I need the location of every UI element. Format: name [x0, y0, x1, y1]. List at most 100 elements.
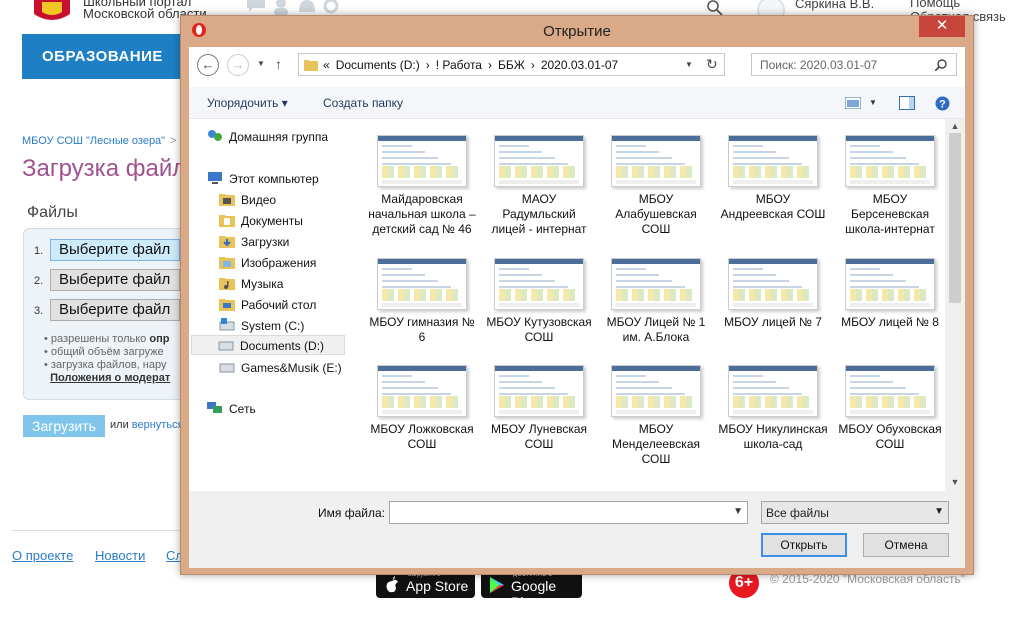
file-item[interactable]: МАОУ Радумльский лицей - интернат	[484, 135, 594, 265]
address-path: «Documents (D:) ›! Работа › ББЖ › 2020.03.01-…	[323, 58, 619, 72]
open-button[interactable]: Открыть	[761, 533, 847, 557]
files-box: 1. Выберите файл 2. Выберите файл 3. Выб…	[23, 228, 193, 400]
dialog-body: ← → ▼ ↑ «Documents (D:) ›! Работа › ББЖ › 202…	[189, 47, 965, 568]
organize-button[interactable]: Упорядочить ▾	[207, 96, 288, 110]
forward-button[interactable]: →	[227, 54, 249, 76]
chevron-down-icon[interactable]: ▼	[733, 506, 743, 517]
back-button[interactable]: ←	[197, 54, 219, 76]
file-thumbnail	[377, 258, 467, 310]
file-item[interactable]: МБОУ Менделеевская СОШ	[601, 365, 711, 491]
filename-label: Имя файла:	[318, 506, 385, 520]
file-item[interactable]: МБОУ Ложковская СОШ	[367, 365, 477, 491]
footer-news-link[interactable]: Новости	[95, 548, 145, 563]
search-icon[interactable]	[707, 0, 723, 16]
bell-icon[interactable]	[299, 0, 315, 12]
go-back-link[interactable]: вернуться	[132, 419, 184, 431]
nav-education[interactable]: ОБРАЗОВАНИЕ	[22, 34, 192, 79]
close-button[interactable]: ✕	[919, 16, 965, 37]
file-name: МБОУ Андреевская СОШ	[720, 192, 826, 221]
view-options-icon[interactable]	[845, 97, 861, 109]
google-play-button[interactable]: ДОСТУПНО В Google Play	[481, 571, 582, 610]
up-button[interactable]: ↑	[275, 56, 282, 72]
chat-icon[interactable]	[247, 0, 265, 12]
drive-icon	[219, 363, 235, 373]
svg-text:?: ?	[939, 99, 946, 111]
choose-file-button-2[interactable]: Выберите файл	[50, 269, 180, 291]
moscow-region-logo	[34, 0, 70, 20]
user-icon[interactable]	[274, 0, 288, 16]
pictures-folder-icon	[219, 257, 235, 269]
file-name: МБОУ Никулинская школа-сад	[718, 422, 828, 451]
preview-pane-icon[interactable]	[899, 96, 915, 110]
search-input[interactable]: Поиск: 2020.03.01-07	[751, 53, 957, 76]
moderation-rules-link[interactable]: Положения о модерат	[50, 372, 170, 384]
user-name[interactable]: Сяркина В.В.	[795, 0, 874, 11]
refresh-button[interactable]: ↻	[706, 56, 718, 73]
file-item[interactable]: МБОУ Луневская СОШ	[484, 365, 594, 491]
file-thumbnail	[845, 258, 935, 310]
file-name: МБОУ Луневская СОШ	[491, 422, 587, 451]
google-play-icon	[490, 577, 504, 593]
help-icon[interactable]: ?	[935, 96, 950, 111]
file-item[interactable]: МБОУ Алабушевская СОШ	[601, 135, 711, 265]
scrollbar-thumb[interactable]	[949, 133, 961, 303]
file-thumbnail	[494, 258, 584, 310]
path-segment-current[interactable]: 2020.03.01-07	[541, 58, 618, 72]
file-name: МАОУ Радумльский лицей - интернат	[491, 192, 587, 236]
address-dropdown[interactable]: ▼	[685, 60, 693, 69]
refresh-icon[interactable]	[323, 0, 339, 14]
upload-alternative: или вернуться	[110, 419, 184, 431]
documents-folder-icon	[219, 215, 235, 227]
arrow-up-icon: ↑	[275, 56, 282, 72]
file-list-scrollbar[interactable]: ▲ ▼	[945, 119, 965, 491]
file-thumbnail	[377, 135, 467, 187]
dialog-footer: Имя файла: ▼ Все файлы ▼ Открыть Отмена	[189, 491, 965, 568]
upload-notes: • разрешены только опр • общий объём заг…	[44, 333, 171, 384]
address-bar[interactable]: «Documents (D:) ›! Работа › ББЖ › 2020.03.01-…	[298, 53, 725, 76]
path-segment-drive[interactable]: Documents (D:)	[336, 58, 420, 72]
system-drive-icon	[219, 318, 235, 331]
file-item[interactable]: МБОУ Берсеневская школа-интернат	[835, 135, 945, 265]
computer-icon	[208, 172, 222, 184]
choose-file-button-1[interactable]: Выберите файл	[50, 239, 180, 261]
arrow-left-icon: ←	[201, 57, 215, 72]
view-options-dropdown[interactable]: ▼	[869, 98, 877, 107]
file-thumbnail	[611, 365, 701, 417]
file-name: МБОУ Менделеевская СОШ	[612, 422, 700, 466]
dialog-title: Открытие	[543, 23, 611, 40]
file-item[interactable]: МБОУ Андреевская СОШ	[718, 135, 828, 265]
filename-input[interactable]: ▼	[389, 501, 748, 524]
recent-locations-dropdown[interactable]: ▼	[257, 59, 265, 68]
file-name: МБОУ гимназия № 6	[369, 315, 475, 344]
file-type-select[interactable]: Все файлы ▼	[761, 501, 949, 524]
dialog-title-bar[interactable]: Открытие ✕	[181, 16, 973, 47]
file-item[interactable]: Майдаровская начальная школа – детский с…	[367, 135, 477, 265]
new-folder-button[interactable]: Создать папку	[323, 96, 403, 110]
file-name: МБОУ Обуховская СОШ	[838, 422, 942, 451]
file-name: МБОУ Кутузовская СОШ	[486, 315, 592, 344]
nav-drive-d[interactable]: Documents (D:)	[191, 335, 345, 355]
file-item[interactable]: МБОУ Никулинская школа-сад	[718, 365, 828, 491]
breadcrumb-school[interactable]: МБОУ СОШ "Лесные озера"	[22, 135, 165, 147]
scroll-down-icon[interactable]: ▼	[945, 477, 965, 487]
file-name: МБОУ Алабушевская СОШ	[615, 192, 697, 236]
address-row: ← → ▼ ↑ «Documents (D:) ›! Работа › ББЖ › 202…	[189, 47, 965, 87]
open-file-dialog: Открытие ✕ ← → ▼ ↑ «Documents (D:) ›! Раб…	[180, 15, 974, 575]
path-segment-bbzh[interactable]: ББЖ	[498, 58, 525, 72]
choose-file-button-3[interactable]: Выберите файл	[50, 299, 180, 321]
dialog-toolbar: Упорядочить ▾ Создать папку ▼ ?	[189, 87, 965, 119]
path-segment-work[interactable]: ! Работа	[436, 58, 482, 72]
file-list: Майдаровская начальная школа – детский с…	[357, 119, 945, 491]
drive-icon	[218, 341, 234, 351]
app-store-button[interactable]: Загрузите в App Store	[376, 571, 475, 598]
file-name: МБОУ Лицей № 1 им. А.Блока	[606, 315, 706, 344]
music-folder-icon	[219, 278, 235, 290]
file-thumbnail	[728, 258, 818, 310]
cancel-button[interactable]: Отмена	[863, 533, 949, 557]
scroll-up-icon[interactable]: ▲	[945, 121, 965, 131]
file-name: МБОУ Ложковская СОШ	[370, 422, 474, 451]
footer-about-link[interactable]: О проекте	[12, 548, 73, 563]
arrow-right-icon: →	[231, 57, 245, 72]
upload-button[interactable]: Загрузить	[23, 415, 105, 437]
file-item[interactable]: МБОУ Обуховская СОШ	[835, 365, 945, 491]
